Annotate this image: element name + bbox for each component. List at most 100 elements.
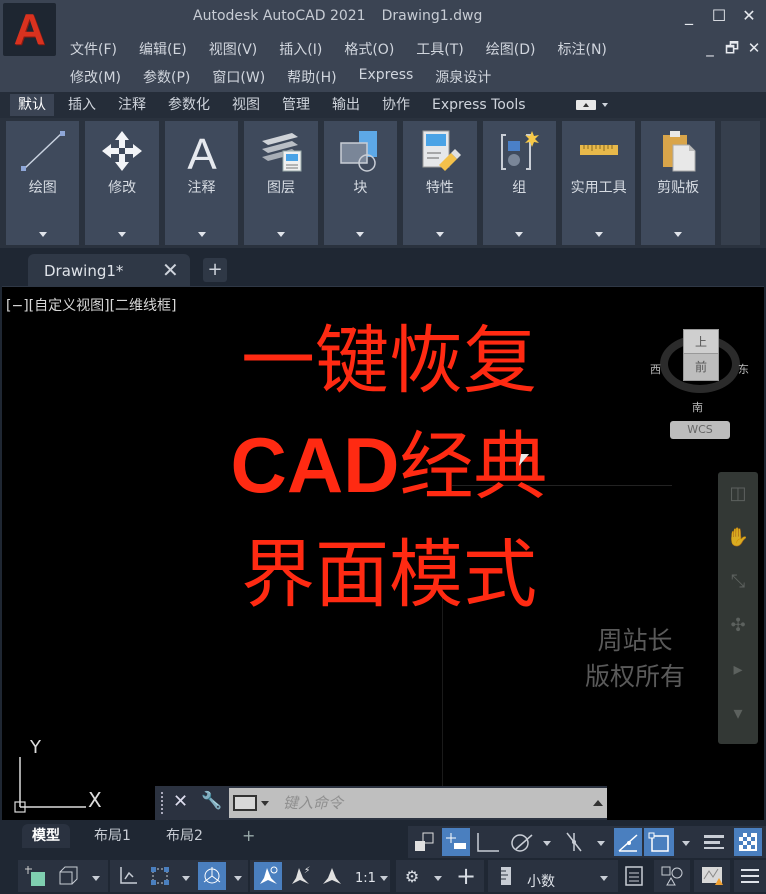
panel-utilities[interactable]: 实用工具 [561, 121, 636, 245]
units-ruler-icon[interactable] [492, 862, 520, 890]
command-input[interactable] [229, 788, 607, 818]
orbit-icon[interactable]: ✣ [718, 604, 758, 648]
viewcube-face-front[interactable]: 前 [684, 354, 718, 380]
workspace-caret-icon[interactable] [434, 876, 442, 881]
menu-file[interactable]: 文件(F) [70, 39, 117, 59]
quick-properties-icon[interactable] [620, 862, 648, 890]
ribbon-tab-annotate[interactable]: 注释 [110, 94, 154, 116]
menu-yuanquan[interactable]: 源泉设计 [435, 67, 491, 87]
ribbon-tab-insert[interactable]: 插入 [60, 94, 104, 116]
viewport-caret-icon[interactable] [92, 876, 100, 881]
new-tab-button[interactable]: + [203, 258, 227, 282]
ribbon-tab-parametric[interactable]: 参数化 [160, 94, 218, 116]
ribbon-tab-manage[interactable]: 管理 [274, 94, 318, 116]
panel-block[interactable]: 块 [323, 121, 398, 245]
customization-menu-icon[interactable] [736, 862, 764, 890]
menu-parametric[interactable]: 参数(P) [143, 67, 190, 87]
menu-modify[interactable]: 修改(M) [70, 67, 121, 87]
doc-restore-button[interactable]: 🗗 [722, 38, 742, 58]
viewcube-cube[interactable]: 上 前 [683, 329, 719, 381]
minimize-button[interactable]: _ [678, 5, 700, 27]
layout-tab-layout1[interactable]: 布局1 [84, 824, 141, 848]
panel-draw[interactable]: 绘图 [6, 121, 80, 245]
panel-expand-caret-icon[interactable] [435, 232, 444, 237]
ribbon-tab-view[interactable]: 视图 [224, 94, 268, 116]
autocad-logo[interactable]: A [3, 3, 56, 56]
viewport-3d-icon[interactable] [54, 862, 82, 890]
menu-edit[interactable]: 编辑(E) [139, 39, 187, 59]
selection-caret-icon[interactable] [682, 841, 690, 846]
units-value[interactable]: 小数 [527, 871, 555, 891]
layout-tab-layout2[interactable]: 布局2 [156, 824, 213, 848]
panel-expand-caret-icon[interactable] [515, 232, 524, 237]
3d-object-snap-icon[interactable] [198, 862, 226, 890]
close-icon[interactable]: ✕ [162, 258, 179, 282]
menu-help[interactable]: 帮助(H) [287, 67, 336, 87]
isolate-objects-icon[interactable] [658, 862, 686, 890]
wcs-menu-button[interactable]: WCS [670, 421, 730, 439]
viewcube[interactable]: 上 前 西 东 南 WCS [650, 323, 750, 443]
drawing-canvas[interactable]: [−][自定义视图][二维线框] 一键恢复 CAD经典 界面模式 周站长 版权所… [2, 286, 764, 820]
close-icon[interactable]: ✕ [173, 791, 188, 812]
grid-display-icon[interactable] [410, 828, 438, 856]
viewcube-south[interactable]: 南 [692, 399, 703, 415]
menu-tools[interactable]: 工具(T) [416, 39, 463, 59]
annotation-scale-icon[interactable] [318, 862, 346, 890]
osnap-caret-icon[interactable] [597, 841, 605, 846]
steering-wheel-icon[interactable]: ◫ [718, 472, 758, 516]
panel-expand-caret-icon[interactable] [356, 232, 365, 237]
selection-cycling-icon[interactable] [644, 828, 674, 856]
panel-expand-caret-icon[interactable] [276, 232, 285, 237]
panel-modify[interactable]: 修改 [85, 121, 159, 245]
ribbon-tab-express-tools[interactable]: Express Tools [424, 94, 534, 116]
3d-osnap-caret-icon[interactable] [234, 876, 242, 881]
command-history-toggle-icon[interactable] [593, 800, 603, 806]
recent-commands-icon[interactable] [233, 795, 257, 811]
doc-minimize-button[interactable]: _ [700, 38, 720, 58]
lineweight-icon[interactable] [700, 828, 728, 856]
menu-dimension[interactable]: 标注(N) [558, 39, 607, 59]
auto-scale-icon[interactable]: ⚡ [286, 862, 314, 890]
annotation-visibility-icon[interactable] [254, 862, 282, 890]
ucs-toggle-icon[interactable] [114, 862, 142, 890]
menu-view[interactable]: 视图(V) [209, 39, 258, 59]
panel-expand-caret-icon[interactable] [118, 232, 127, 237]
drag-handle-icon[interactable] [161, 792, 163, 814]
ribbon-toggle-caret-icon[interactable] [601, 103, 608, 107]
dynamic-input-icon[interactable] [614, 828, 642, 856]
panel-layers[interactable]: 图层 [244, 121, 318, 245]
file-tab-drawing1[interactable]: Drawing1* ✕ [28, 254, 190, 286]
panel-clipboard[interactable]: 剪贴板 [641, 121, 715, 245]
polar-tracking-icon[interactable] [508, 828, 536, 856]
scale-caret-icon[interactable] [380, 876, 388, 881]
snap-mode-icon[interactable] [442, 828, 470, 856]
workspace-gear-icon[interactable]: ⚙ [398, 862, 426, 890]
isodraft-icon[interactable] [146, 862, 174, 890]
panel-expand-caret-icon[interactable] [197, 232, 206, 237]
viewcube-face-top[interactable]: 上 [684, 330, 718, 354]
navbar-menu-icon[interactable]: ▾ [718, 692, 758, 736]
panel-groups[interactable]: 组 [482, 121, 556, 245]
viewcube-west[interactable]: 西 [650, 361, 661, 377]
doc-close-button[interactable]: ✕ [744, 38, 764, 58]
close-button[interactable]: ✕ [738, 5, 760, 27]
annotation-monitor-plus-icon[interactable]: + [452, 862, 480, 890]
menu-format[interactable]: 格式(O) [344, 39, 394, 59]
ribbon-tab-output[interactable]: 输出 [324, 94, 368, 116]
isodraft-caret-icon[interactable] [182, 876, 190, 881]
panel-annotation[interactable]: A 注释 [164, 121, 239, 245]
layout-tab-model[interactable]: 模型 [22, 824, 70, 848]
polar-tracking-caret-icon[interactable] [543, 841, 551, 846]
menu-window[interactable]: 窗口(W) [212, 67, 265, 87]
panel-expand-caret-icon[interactable] [594, 232, 603, 237]
panel-properties[interactable]: 特性 [403, 121, 477, 245]
viewcube-east[interactable]: 东 [738, 361, 749, 377]
menu-express[interactable]: Express [359, 67, 414, 87]
object-snap-tracking-icon[interactable] [560, 828, 588, 856]
add-layout-button[interactable]: + [232, 824, 265, 848]
panel-expand-caret-icon[interactable] [38, 232, 47, 237]
graphics-performance-icon[interactable] [698, 862, 726, 890]
menu-draw[interactable]: 绘图(D) [486, 39, 536, 59]
chevron-down-icon[interactable] [261, 801, 269, 806]
annotation-scale-value[interactable]: 1:1 [355, 871, 376, 886]
